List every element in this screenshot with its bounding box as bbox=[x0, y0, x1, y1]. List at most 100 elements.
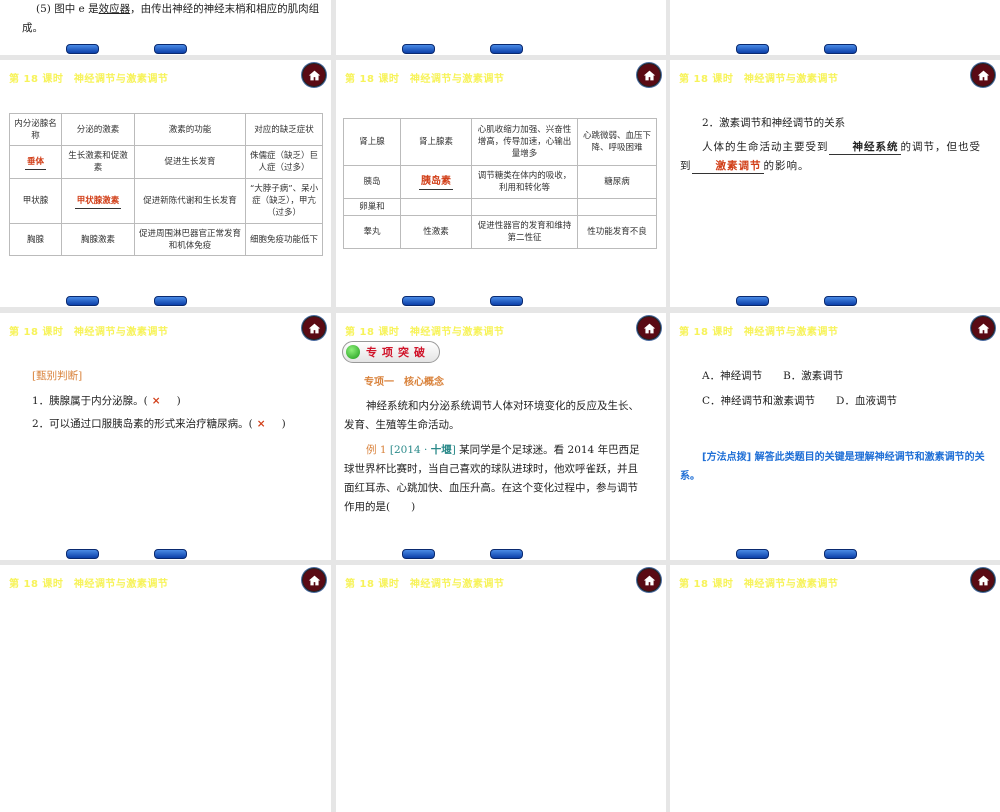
next-button[interactable] bbox=[824, 296, 857, 306]
table-cell: 调节糖类在体内的吸收，利用和转化等 bbox=[471, 165, 578, 199]
slide-thumbnail[interactable]: 第 18 课时 神经调节与激素调节 内分泌腺名称 分泌的激素 激素的功能 对应的缺乏症… bbox=[0, 60, 331, 307]
table-header: 内分泌腺名称 bbox=[9, 113, 62, 146]
table-cell: 胰岛素 bbox=[400, 165, 472, 199]
slide-title: 第 18 课时 神经调节与激素调节 bbox=[679, 579, 839, 590]
slide-thumbnail[interactable]: 第 18 课时 神经调节与激素调节 bbox=[336, 565, 666, 812]
question-1: 1．胰腺属于内分泌腺。(×) bbox=[32, 395, 181, 407]
home-icon bbox=[308, 323, 320, 333]
next-button[interactable] bbox=[154, 549, 187, 559]
home-button[interactable] bbox=[971, 316, 995, 340]
table-cell: “大脖子病”、呆小症（缺乏），甲亢（过多） bbox=[245, 178, 323, 224]
prev-button[interactable] bbox=[402, 44, 435, 54]
home-icon bbox=[977, 323, 989, 333]
table-cell: 生长激素和促激素 bbox=[61, 145, 135, 179]
method-tip: [方法点拨] 解答此类题目的关键是理解神经调节和激素调节的关系。 bbox=[680, 452, 985, 482]
home-button[interactable] bbox=[302, 316, 326, 340]
home-icon bbox=[977, 575, 989, 585]
next-button[interactable] bbox=[154, 44, 187, 54]
slide-title: 第 18 课时 神经调节与激素调节 bbox=[9, 579, 169, 590]
table-cell bbox=[471, 198, 578, 216]
table-cell: 卵巢和 bbox=[343, 198, 401, 216]
home-icon bbox=[308, 70, 320, 80]
slide-title: 第 18 课时 神经调节与激素调节 bbox=[679, 327, 839, 338]
table-cell: 甲状腺激素 bbox=[61, 178, 135, 224]
next-button[interactable] bbox=[490, 296, 523, 306]
judgement-label: [甄别判断] bbox=[32, 370, 83, 382]
slide-thumbnail[interactable]: 第 18 课时 神经调节与激素调节 2．激素调节和神经调节的关系 人体的生命活动… bbox=[670, 60, 1000, 307]
table-cell: 促进周围淋巴器官正常发育和机体免疫 bbox=[134, 223, 246, 256]
prev-button[interactable] bbox=[402, 296, 435, 306]
slide-title: 第 18 课时 神经调节与激素调节 bbox=[9, 74, 169, 85]
table-cell: 心肌收缩力加强、兴奋性增高，传导加速，心输出量增多 bbox=[471, 118, 578, 166]
section-title: 专项一 核心概念 bbox=[364, 377, 444, 388]
section-heading: 2．激素调节和神经调节的关系 bbox=[702, 117, 846, 129]
table-cell: 糖尿病 bbox=[577, 165, 657, 199]
slide-text: (5) 图中 e 是效应器，由传出神经的神经末梢和相应的肌肉组成。 bbox=[22, 3, 320, 34]
home-button[interactable] bbox=[637, 63, 661, 87]
slide-thumbnail[interactable] bbox=[336, 0, 666, 55]
table-cell: 细胞免疫功能低下 bbox=[245, 223, 323, 256]
prev-button[interactable] bbox=[736, 296, 769, 306]
options-row-1: A．神经调节 B．激素调节 bbox=[702, 370, 844, 382]
table-cell: 垂体 bbox=[9, 145, 62, 179]
endocrine-table: 内分泌腺名称 分泌的激素 激素的功能 对应的缺乏症状 垂体 生长激素和促激素 促进生长发育… bbox=[9, 113, 323, 256]
slide-title: 第 18 课时 神经调节与激素调节 bbox=[345, 74, 505, 85]
table-cell: 性功能发育不良 bbox=[577, 215, 657, 249]
slide-thumbnail[interactable]: 第 18 课时 神经调节与激素调节 专项突破 专项一 核心概念 神经系统和内分泌… bbox=[336, 313, 666, 560]
table-cell bbox=[400, 198, 472, 216]
prev-button[interactable] bbox=[66, 44, 99, 54]
next-button[interactable] bbox=[490, 549, 523, 559]
slide-thumbnail[interactable]: 第 18 课时 神经调节与激素调节 bbox=[0, 565, 331, 812]
slide-title: 第 18 课时 神经调节与激素调节 bbox=[345, 327, 505, 338]
special-topic-badge: 专项突破 bbox=[342, 341, 440, 363]
home-icon bbox=[308, 575, 320, 585]
next-button[interactable] bbox=[824, 44, 857, 54]
table-cell: 肾上腺 bbox=[343, 118, 401, 166]
question-2: 2．可以通过口服胰岛素的形式来治疗糖尿病。(×) bbox=[32, 418, 286, 430]
slide-thumbnail[interactable]: (5) 图中 e 是效应器，由传出神经的神经末梢和相应的肌肉组成。 bbox=[0, 0, 331, 55]
home-button[interactable] bbox=[637, 568, 661, 592]
slide-thumbnail[interactable]: 第 18 课时 神经调节与激素调节 bbox=[670, 565, 1000, 812]
home-button[interactable] bbox=[971, 63, 995, 87]
table-cell: 心跳微弱、血压下降、呼吸困难 bbox=[577, 118, 657, 166]
table-cell: 胸腺 bbox=[9, 223, 62, 256]
home-button[interactable] bbox=[637, 316, 661, 340]
green-dot-icon bbox=[346, 345, 360, 359]
slide-thumbnail[interactable]: 第 18 课时 神经调节与激素调节 [甄别判断] 1．胰腺属于内分泌腺。(×) … bbox=[0, 313, 331, 560]
options-row-2: C．神经调节和激素调节 D．血液调节 bbox=[702, 395, 897, 407]
concept-paragraph: 神经系统和内分泌系统调节人体对环境变化的反应及生长、发育、生殖等生命活动。 bbox=[344, 400, 639, 431]
table-cell: 性激素 bbox=[400, 215, 472, 249]
home-icon bbox=[977, 70, 989, 80]
home-icon bbox=[643, 323, 655, 333]
home-icon bbox=[643, 70, 655, 80]
slide-thumbnail[interactable]: 第 18 课时 神经调节与激素调节 肾上腺 肾上腺素 心肌收缩力加强、兴奋性增高，传… bbox=[336, 60, 666, 307]
next-button[interactable] bbox=[154, 296, 187, 306]
table-cell: 促进性器官的发育和维持第二性征 bbox=[471, 215, 578, 249]
prev-button[interactable] bbox=[736, 44, 769, 54]
endocrine-table-continued: 肾上腺 肾上腺素 心肌收缩力加强、兴奋性增高，传导加速，心输出量增多 心跳微弱、血压下… bbox=[343, 118, 657, 249]
table-cell: 睾丸 bbox=[343, 215, 401, 249]
table-header: 分泌的激素 bbox=[61, 113, 135, 146]
home-icon bbox=[643, 575, 655, 585]
slide-thumbnail[interactable] bbox=[670, 0, 1000, 55]
slide-title: 第 18 课时 神经调节与激素调节 bbox=[679, 74, 839, 85]
home-button[interactable] bbox=[302, 63, 326, 87]
home-button[interactable] bbox=[971, 568, 995, 592]
table-cell: 促进生长发育 bbox=[134, 145, 246, 179]
slide-title: 第 18 课时 神经调节与激素调节 bbox=[345, 579, 505, 590]
table-cell: 促进新陈代谢和生长发育 bbox=[134, 178, 246, 224]
home-button[interactable] bbox=[302, 568, 326, 592]
next-button[interactable] bbox=[490, 44, 523, 54]
slide-thumbnail[interactable]: 第 18 课时 神经调节与激素调节 A．神经调节 B．激素调节 C．神经调节和激… bbox=[670, 313, 1000, 560]
prev-button[interactable] bbox=[402, 549, 435, 559]
table-header: 激素的功能 bbox=[134, 113, 246, 146]
prev-button[interactable] bbox=[66, 549, 99, 559]
table-cell: 肾上腺素 bbox=[400, 118, 472, 166]
table-header: 对应的缺乏症状 bbox=[245, 113, 323, 146]
table-cell: 胰岛 bbox=[343, 165, 401, 199]
prev-button[interactable] bbox=[736, 549, 769, 559]
prev-button[interactable] bbox=[66, 296, 99, 306]
next-button[interactable] bbox=[824, 549, 857, 559]
table-cell: 胸腺激素 bbox=[61, 223, 135, 256]
table-cell bbox=[577, 198, 657, 216]
